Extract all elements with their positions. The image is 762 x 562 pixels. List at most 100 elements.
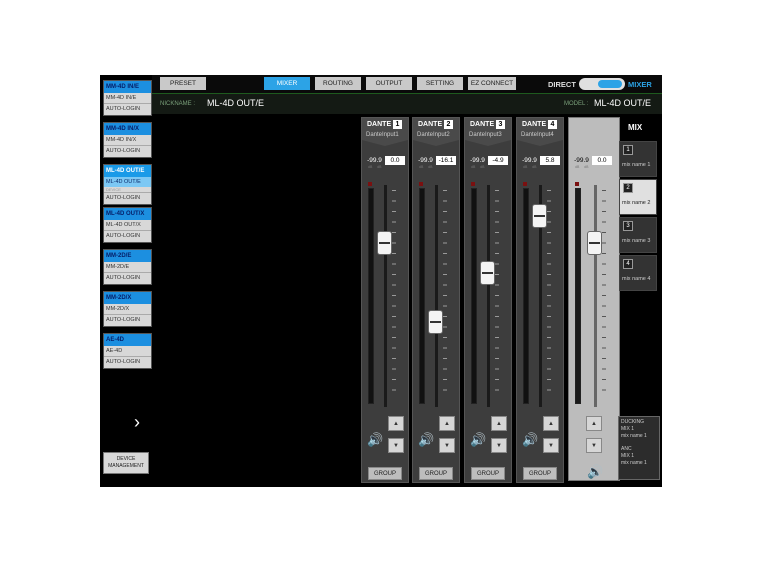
device-name: MM-2D/E [104, 250, 151, 262]
speaker-icon[interactable]: 🔊 [418, 432, 434, 448]
tab-preset[interactable]: PRESET [160, 77, 206, 90]
group-button[interactable]: GROUP [419, 467, 453, 480]
device-subname: MM-4D IN/E [106, 95, 137, 101]
model-label: MODEL : [564, 101, 589, 107]
arrow-down-icon[interactable]: ▼ [439, 438, 455, 453]
direct-mode-label: DIRECT [548, 80, 576, 89]
device-item-mm-2d-x[interactable]: MM-2D/X MM-2D/X AUTO-LOGIN [103, 291, 152, 327]
arrow-up-icon[interactable]: ▲ [491, 416, 507, 431]
mix-assignment-info[interactable]: DUCKING MIX 1 mix name 1 ANC MIX 1 mix n… [618, 416, 660, 480]
tab-ez-connect[interactable]: EZ CONNECT [468, 77, 516, 90]
meter-value: -99.9 [418, 157, 433, 164]
auto-login-label: AUTO-LOGIN [104, 230, 151, 242]
tab-mixer[interactable]: MIXER [264, 77, 310, 90]
device-item-ml-4d-out-e[interactable]: ML-4D OUT/E ML-4D OUT/E DEVICE AUTO-LOGI… [103, 164, 152, 205]
value-row: -99.9 0.0 [363, 156, 407, 165]
device-subname: AE-4D [106, 348, 123, 354]
value-row: -99.9 0.0 [570, 156, 614, 165]
arrow-up-icon[interactable]: ▲ [388, 416, 404, 431]
chevron-right-icon[interactable]: › [130, 412, 144, 433]
device-item-mm-4d-in-x[interactable]: MM-4D IN/X MM-4D IN/X AUTO-LOGIN [103, 122, 152, 158]
fader-knob[interactable] [428, 309, 443, 334]
group-button[interactable]: GROUP [523, 467, 557, 480]
arrow-down-icon[interactable]: ▼ [543, 438, 559, 453]
fader-knob[interactable] [480, 260, 495, 285]
arrow-down-icon[interactable]: ▼ [586, 438, 602, 453]
meter-unit: dB [471, 165, 476, 169]
channel-strip-1: DANTE 1 DanteInput1 -99.9 0.0 dB dB ▲ ▼ … [361, 117, 409, 483]
fader-value[interactable]: 0.0 [592, 156, 612, 165]
meter-unit: dB [523, 165, 528, 169]
device-management-button[interactable]: DEVICE MANAGEMENT [103, 452, 149, 474]
fader-track[interactable] [487, 185, 490, 407]
ducking-mix-name: mix name 1 [621, 433, 647, 439]
channel-number: 2 [444, 120, 453, 129]
device-item-ae-4d[interactable]: AE-4D AE-4D AUTO-LOGIN [103, 333, 152, 369]
fader-unit: dB [584, 165, 589, 169]
mix-item-1[interactable]: 1 mix name 1 [619, 141, 657, 177]
fader-unit: dB [428, 165, 433, 169]
tab-output[interactable]: OUTPUT [366, 77, 412, 90]
fader-scale [392, 190, 396, 400]
fader-knob[interactable] [587, 231, 602, 256]
device-name: ML-4D OUT/X [104, 208, 151, 220]
mix-number: 3 [623, 221, 633, 231]
auto-login-label: AUTO-LOGIN [104, 103, 151, 115]
auto-login-label: AUTO-LOGIN [104, 145, 151, 157]
fader-track[interactable] [384, 185, 387, 407]
mix-number: 1 [623, 145, 633, 155]
fader-scale [602, 190, 606, 400]
device-item-mm-2d-e[interactable]: MM-2D/E MM-2D/E AUTO-LOGIN [103, 249, 152, 285]
arrow-down-icon[interactable]: ▼ [388, 438, 404, 453]
fader-knob[interactable] [377, 231, 392, 256]
fader-value[interactable]: -16.1 [436, 156, 456, 165]
speaker-icon[interactable]: 🔊 [470, 432, 486, 448]
level-meter [471, 188, 477, 404]
channel-number: 1 [393, 120, 402, 129]
speaker-icon[interactable]: 🔊 [587, 464, 603, 480]
ducking-info: DUCKING MIX 1 mix name 1 [621, 419, 657, 440]
mix-title: MIX [628, 123, 643, 132]
fader-track[interactable] [435, 185, 438, 407]
mix-item-4[interactable]: 4 mix name 4 [619, 255, 657, 291]
fader-value[interactable]: -4.9 [488, 156, 508, 165]
value-units: dB dB [368, 165, 408, 169]
device-subname: MM-4D IN/X [106, 137, 137, 143]
device-item-mm-4d-in-e[interactable]: MM-4D IN/E MM-4D IN/E AUTO-LOGIN [103, 80, 152, 116]
channel-number: 4 [548, 120, 557, 129]
toggle-knob [598, 80, 622, 88]
fader-unit: dB [377, 165, 382, 169]
mix-item-3[interactable]: 3 mix name 3 [619, 217, 657, 253]
mode-toggle-switch[interactable] [579, 78, 625, 90]
fader-knob[interactable] [532, 203, 547, 228]
channel-strip-2: DANTE 2 DanteInput2 -99.9 -16.1 dB dB ▲ … [412, 117, 460, 483]
fader-value[interactable]: 0.0 [385, 156, 405, 165]
device-subname: ML-4D OUT/X [106, 222, 141, 228]
value-row: -99.9 5.8 [518, 156, 562, 165]
level-meter [368, 188, 374, 404]
fader-track[interactable] [594, 185, 597, 407]
fader-unit: dB [480, 165, 485, 169]
speaker-icon[interactable]: 🔊 [522, 432, 538, 448]
channel-input-name: DanteInput4 [521, 132, 554, 138]
mixer-mode-label: MIXER [628, 80, 652, 89]
arrow-up-icon[interactable]: ▲ [543, 416, 559, 431]
fader-value[interactable]: 5.8 [540, 156, 560, 165]
speaker-icon[interactable]: 🔊 [367, 432, 383, 448]
meter-unit: dB [419, 165, 424, 169]
meter-value: -99.9 [367, 157, 382, 164]
channel-input-name: DanteInput1 [366, 132, 399, 138]
tab-routing[interactable]: ROUTING [315, 77, 361, 90]
group-button[interactable]: GROUP [471, 467, 505, 480]
arrow-down-icon[interactable]: ▼ [491, 438, 507, 453]
auto-login-label: AUTO-LOGIN [104, 192, 151, 204]
channel-strip-4: DANTE 4 DanteInput4 -99.9 5.8 dB dB ▲ ▼ … [516, 117, 564, 483]
mix-item-2[interactable]: 2 mix name 2 [619, 179, 657, 215]
device-item-ml-4d-out-x[interactable]: ML-4D OUT/X ML-4D OUT/X AUTO-LOGIN [103, 207, 152, 243]
tab-setting[interactable]: SETTING [417, 77, 463, 90]
channel-label: DANTE [470, 121, 495, 128]
device-name: MM-4D IN/E [104, 81, 151, 93]
group-button[interactable]: GROUP [368, 467, 402, 480]
arrow-up-icon[interactable]: ▲ [586, 416, 602, 431]
arrow-up-icon[interactable]: ▲ [439, 416, 455, 431]
